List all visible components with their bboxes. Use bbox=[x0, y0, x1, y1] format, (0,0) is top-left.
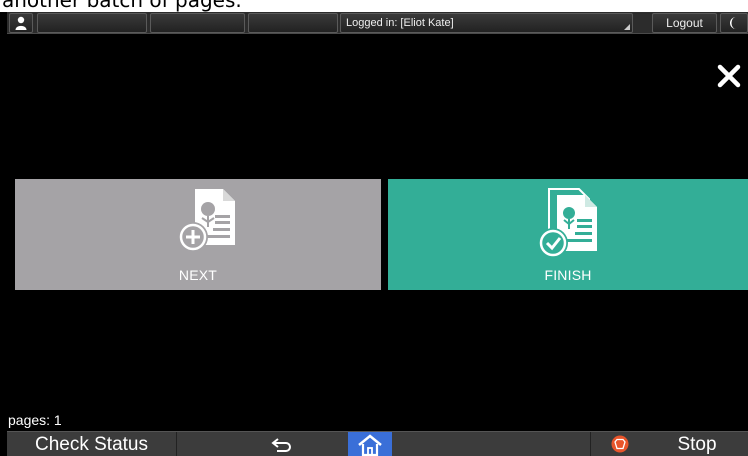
caption-text: another batch of pages. bbox=[2, 0, 242, 12]
home-button[interactable] bbox=[348, 432, 392, 456]
status-slot bbox=[248, 13, 338, 33]
close-button[interactable] bbox=[713, 60, 745, 92]
stop-icon bbox=[611, 435, 629, 453]
caption-strip: another batch of pages. bbox=[0, 0, 748, 12]
pages-count: pages: 1 bbox=[8, 412, 62, 428]
finish-label: FINISH bbox=[544, 267, 592, 283]
add-document-icon bbox=[178, 189, 235, 252]
logged-in-text: Logged in: [Eliot Kate] bbox=[346, 17, 454, 29]
home-icon bbox=[358, 433, 382, 456]
moon-icon bbox=[730, 17, 736, 29]
back-button[interactable] bbox=[257, 432, 307, 456]
user-button[interactable] bbox=[9, 13, 33, 33]
resize-corner-icon bbox=[624, 24, 630, 30]
status-slot bbox=[150, 13, 245, 33]
next-label: NEXT bbox=[178, 267, 218, 283]
logout-button[interactable]: Logout bbox=[652, 13, 717, 33]
status-bar: Logged in: [Eliot Kate] Logout bbox=[7, 12, 748, 34]
back-arrow-icon bbox=[271, 437, 291, 452]
night-mode-button[interactable] bbox=[720, 13, 748, 33]
document-check-icon bbox=[538, 188, 597, 258]
bottom-bar: Check Status Stop bbox=[7, 431, 748, 456]
close-icon bbox=[717, 64, 741, 88]
user-icon bbox=[15, 16, 27, 30]
finish-button[interactable]: FINISH bbox=[388, 179, 748, 290]
stop-button[interactable]: Stop bbox=[652, 432, 742, 456]
status-slot bbox=[37, 13, 147, 33]
next-button[interactable]: NEXT bbox=[15, 179, 381, 290]
logged-in-field[interactable]: Logged in: [Eliot Kate] bbox=[340, 13, 633, 33]
divider bbox=[590, 432, 591, 456]
check-status-button[interactable]: Check Status bbox=[7, 432, 177, 456]
